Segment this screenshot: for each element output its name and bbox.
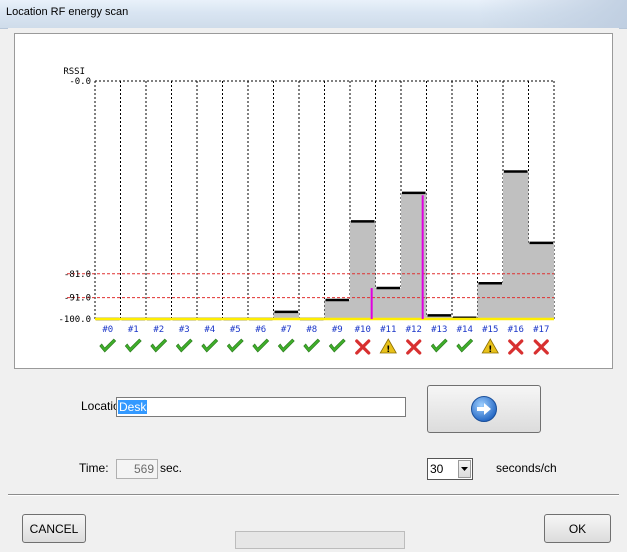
channel-label: #4 bbox=[204, 325, 215, 335]
time-unit: sec. bbox=[160, 461, 183, 475]
footer-separator bbox=[8, 494, 619, 496]
cross-icon bbox=[508, 339, 524, 355]
seconds-dropdown-button[interactable] bbox=[458, 460, 471, 478]
channel-label: #0 bbox=[102, 325, 113, 335]
channel-label: #2 bbox=[153, 325, 164, 335]
seconds-select[interactable]: 30 bbox=[427, 458, 473, 480]
channel-label: #6 bbox=[255, 325, 266, 335]
check-icon bbox=[201, 338, 219, 353]
chevron-down-icon bbox=[461, 467, 468, 471]
check-icon bbox=[252, 338, 270, 353]
check-icon bbox=[456, 338, 474, 353]
title-bar-controls bbox=[477, 0, 627, 28]
check-icon bbox=[430, 338, 448, 353]
warning-icon-mark: ! bbox=[488, 345, 492, 355]
cross-icon bbox=[355, 339, 371, 355]
check-icon bbox=[99, 338, 117, 353]
dialog-body: RSSI -0.0 -81.0 -91.0 -100.0 #0 #1 #2 #3 #4 #5 #6 #7… bbox=[8, 28, 619, 552]
title-bar: Location RF energy scan bbox=[0, 0, 627, 29]
channel-label: #13 bbox=[431, 325, 447, 335]
location-value: Desk bbox=[118, 400, 148, 414]
ok-button[interactable]: OK bbox=[544, 514, 611, 543]
seconds-value: 30 bbox=[430, 462, 444, 476]
window-title: Location RF energy scan bbox=[6, 6, 129, 18]
rssi-bar bbox=[324, 299, 350, 319]
rssi-bar bbox=[528, 242, 554, 319]
rssi-bar bbox=[477, 283, 503, 319]
channel-label: #16 bbox=[508, 325, 524, 335]
seconds-unit: seconds/ch bbox=[496, 461, 557, 475]
check-icon bbox=[150, 338, 168, 353]
rssi-bar bbox=[503, 171, 529, 319]
location-input[interactable]: Desk bbox=[116, 397, 406, 417]
rssi-chart-panel: RSSI -0.0 -81.0 -91.0 -100.0 #0 #1 #2 #3 #4 #5 #6 #7… bbox=[14, 33, 613, 369]
channel-label: #11 bbox=[380, 325, 396, 335]
cross-icon bbox=[406, 339, 422, 355]
channel-label: #5 bbox=[230, 325, 241, 335]
cancel-button[interactable]: CANCEL bbox=[22, 514, 86, 543]
y-tick-label: -91.0 bbox=[64, 294, 91, 304]
y-tick-label: -100.0 bbox=[58, 315, 91, 325]
channel-label: #7 bbox=[281, 325, 292, 335]
channel-label: #12 bbox=[406, 325, 422, 335]
channel-label: #17 bbox=[533, 325, 549, 335]
channel-label: #8 bbox=[306, 325, 317, 335]
check-icon bbox=[124, 338, 142, 353]
channel-label: #10 bbox=[355, 325, 371, 335]
channel-label: #15 bbox=[482, 325, 498, 335]
check-icon bbox=[328, 338, 346, 353]
channel-label: #3 bbox=[179, 325, 190, 335]
channel-label: #14 bbox=[457, 325, 473, 335]
check-icon bbox=[226, 338, 244, 353]
rssi-bar bbox=[375, 288, 401, 319]
time-label: Time: bbox=[79, 461, 109, 475]
dialog-window: Location RF energy scan RSSI -0.0 -81.0 -91… bbox=[0, 0, 627, 552]
arrow-right-circle-icon bbox=[471, 396, 497, 422]
channel-label: #1 bbox=[128, 325, 139, 335]
check-icon bbox=[303, 338, 321, 353]
cross-icon bbox=[533, 339, 549, 355]
time-field: 569 bbox=[116, 459, 158, 479]
start-scan-button[interactable] bbox=[427, 385, 541, 433]
scan-progress-bar bbox=[235, 531, 405, 549]
time-value: 569 bbox=[133, 462, 154, 476]
y-axis-title: RSSI bbox=[63, 67, 85, 77]
check-icon bbox=[277, 338, 295, 353]
channel-label: #9 bbox=[332, 325, 343, 335]
check-icon bbox=[175, 338, 193, 353]
rssi-chart: RSSI-0.0 -81.0 -91.0 -100.0 #0 #1 #2 #3 #4 #5 #6 #7… bbox=[58, 67, 555, 355]
y-tick-label: -81.0 bbox=[64, 270, 91, 280]
warning-icon-mark: ! bbox=[386, 345, 390, 355]
y-tick-label: -0.0 bbox=[69, 77, 91, 87]
